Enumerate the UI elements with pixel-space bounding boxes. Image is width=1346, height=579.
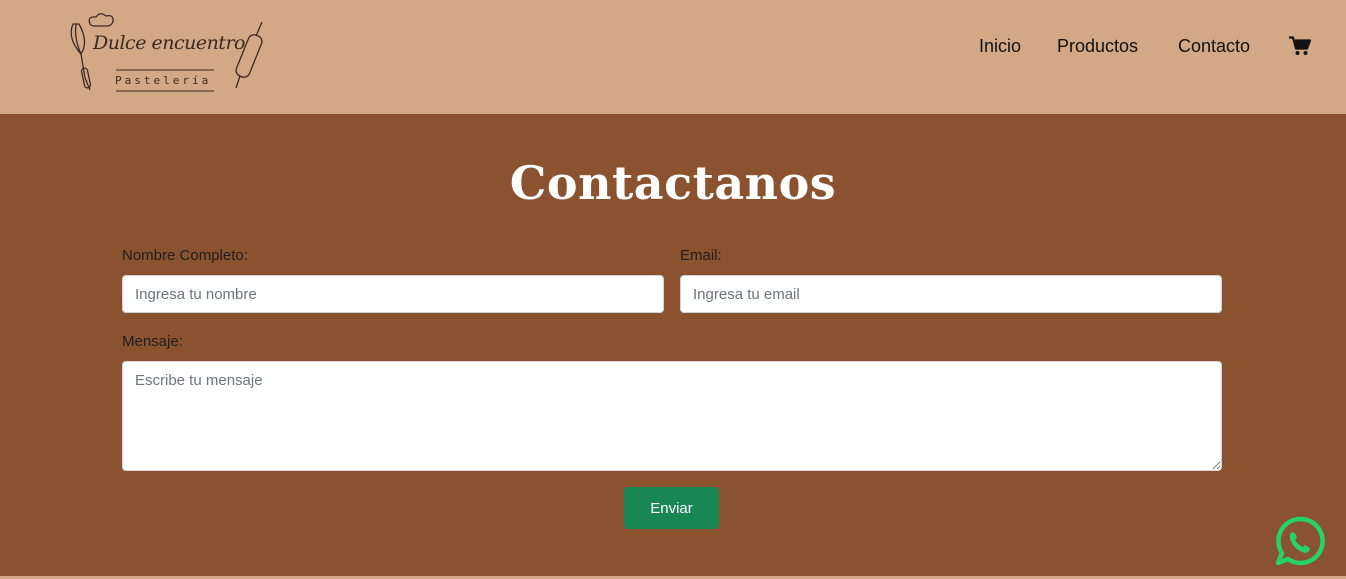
email-label: Email: (680, 247, 722, 264)
nav-inicio[interactable]: Inicio (979, 36, 1021, 57)
shopping-cart-icon[interactable] (1289, 36, 1311, 56)
brand-tagline: Pastelería (115, 74, 212, 87)
whatsapp-icon[interactable] (1273, 515, 1327, 569)
name-input[interactable] (122, 275, 664, 313)
page-title: Contactanos (509, 156, 837, 210)
brand-logo[interactable]: Dulce encuentro Pastelería (64, 12, 270, 96)
site-header: Dulce encuentro Pastelería Inicio Produc… (0, 0, 1346, 114)
name-label: Nombre Completo: (122, 247, 248, 264)
nav-contacto[interactable]: Contacto (1178, 36, 1250, 57)
submit-button[interactable]: Enviar (624, 487, 719, 529)
message-label: Mensaje: (122, 333, 183, 350)
email-input[interactable] (680, 275, 1222, 313)
brand-name: Dulce encuentro (93, 32, 245, 54)
message-textarea[interactable] (122, 361, 1222, 471)
nav-productos[interactable]: Productos (1057, 36, 1138, 57)
